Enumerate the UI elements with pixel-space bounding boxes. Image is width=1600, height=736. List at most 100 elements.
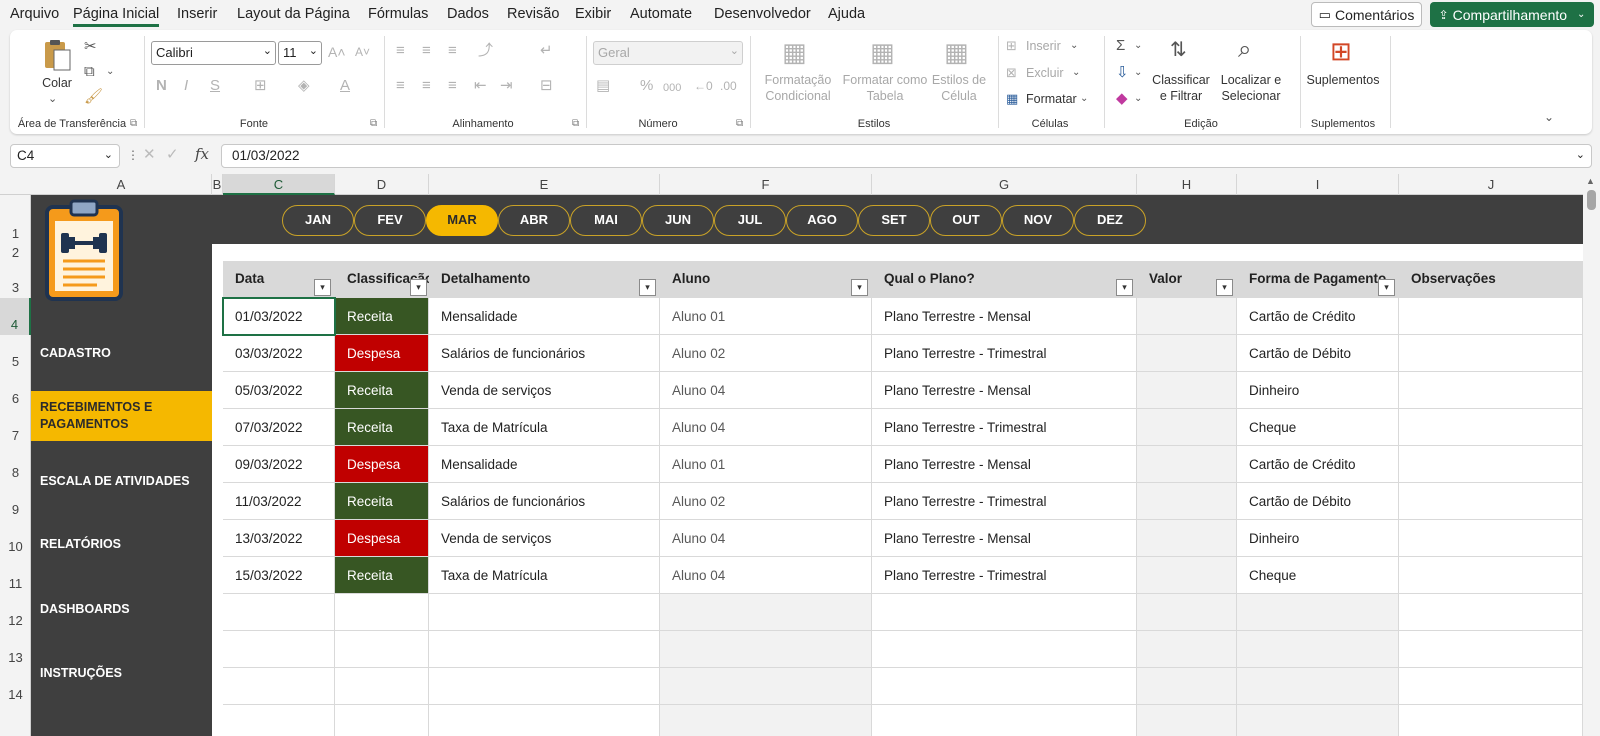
cell-valor[interactable] <box>1137 668 1237 705</box>
cell-styles-label-1[interactable]: Estilos de <box>928 72 990 88</box>
comments-button[interactable]: ▭ Comentários <box>1311 2 1422 27</box>
row-header-9[interactable]: 9 <box>0 483 31 520</box>
row-header-2[interactable]: 2 <box>0 244 31 261</box>
cell-detalhamento[interactable]: Venda de serviços <box>429 520 660 557</box>
paste-icon[interactable] <box>40 38 74 72</box>
chevron-down-icon[interactable]: ⌄ <box>1080 90 1088 108</box>
cell-data[interactable]: 11/03/2022 <box>223 483 335 520</box>
row-header-5[interactable]: 5 <box>0 335 31 372</box>
column-header-j[interactable]: J <box>1399 174 1583 195</box>
increase-decimal-icon[interactable]: ←0 <box>694 77 713 95</box>
cell-plano[interactable] <box>872 631 1137 668</box>
cell-aluno[interactable] <box>660 631 872 668</box>
sort-filter-label-1[interactable]: Classificar <box>1148 72 1214 88</box>
cell-classificacao[interactable] <box>335 631 429 668</box>
row-header-1[interactable]: 1 <box>0 195 31 244</box>
row-header-7[interactable]: 7 <box>0 409 31 446</box>
cell-valor[interactable] <box>1137 483 1237 520</box>
cell-observacoes[interactable] <box>1399 409 1583 446</box>
sort-filter-label-2[interactable]: e Filtrar <box>1148 88 1214 104</box>
chevron-down-icon[interactable]: ⌄ <box>1072 64 1080 82</box>
more-options-icon[interactable]: ⋮ <box>127 148 139 162</box>
font-size-combo[interactable]: 11 ⌄ <box>278 41 322 65</box>
align-left-icon[interactable]: ≡ <box>396 77 405 95</box>
column-header-h[interactable]: H <box>1137 174 1237 195</box>
align-middle-icon[interactable]: ≡ <box>422 42 431 60</box>
cell-data[interactable]: 07/03/2022 <box>223 409 335 446</box>
enter-icon[interactable]: ✓ <box>166 145 179 163</box>
cell-valor[interactable] <box>1137 594 1237 631</box>
column-header-f[interactable]: F <box>660 174 872 195</box>
cell-aluno[interactable] <box>660 705 872 736</box>
cell-aluno[interactable]: Aluno 02 <box>660 335 872 372</box>
menu-desenvolvedor[interactable]: Desenvolvedor <box>714 6 811 22</box>
addins-label[interactable]: Suplementos <box>1306 72 1380 88</box>
cell-data[interactable] <box>223 631 335 668</box>
share-button[interactable]: ⇪ Compartilhamento ⌄ <box>1430 2 1594 27</box>
align-top-icon[interactable]: ≡ <box>396 42 405 60</box>
find-select-label-2[interactable]: Selecionar <box>1214 88 1288 104</box>
bold-icon[interactable]: N <box>156 77 167 95</box>
increase-indent-icon[interactable]: ⇥ <box>500 77 513 95</box>
collapse-ribbon-icon[interactable]: ⌄ <box>1544 108 1554 126</box>
row-header-14[interactable]: 14 <box>0 668 31 705</box>
cell-detalhamento[interactable] <box>429 594 660 631</box>
chevron-down-icon[interactable]: ⌄ <box>106 63 114 81</box>
cell-forma-pagamento[interactable] <box>1237 705 1399 736</box>
insert-cells-label[interactable]: Inserir <box>1026 38 1061 54</box>
cell-plano[interactable] <box>872 705 1137 736</box>
format-cells-label[interactable]: Formatar <box>1026 91 1077 107</box>
column-header-d[interactable]: D <box>335 174 429 195</box>
orientation-icon[interactable]: ⤴ <box>478 42 493 60</box>
cell-forma-pagamento[interactable]: Cartão de Débito <box>1237 483 1399 520</box>
increase-font-icon[interactable]: A˄ <box>328 43 346 61</box>
cell-valor[interactable] <box>1137 557 1237 594</box>
cell-observacoes[interactable] <box>1399 335 1583 372</box>
cell-forma-pagamento[interactable]: Cheque <box>1237 409 1399 446</box>
delete-cells-icon[interactable]: ⊠ <box>1006 64 1017 82</box>
cut-icon[interactable]: ✂ <box>84 38 97 56</box>
cell-data[interactable]: 03/03/2022 <box>223 335 335 372</box>
chevron-down-icon[interactable]: ⌄ <box>1070 37 1078 55</box>
cell-classificacao[interactable]: Despesa <box>335 520 429 557</box>
thousands-separator-icon[interactable]: 000 <box>663 79 681 97</box>
cell-aluno[interactable] <box>660 668 872 705</box>
cell-detalhamento[interactable]: Salários de funcionários <box>429 483 660 520</box>
percent-icon[interactable]: % <box>640 77 653 95</box>
column-header-g[interactable]: G <box>872 174 1137 195</box>
row-header-10[interactable]: 10 <box>0 520 31 557</box>
cell-plano[interactable]: Plano Terrestre - Mensal <box>872 520 1137 557</box>
row-header-13[interactable]: 13 <box>0 631 31 668</box>
cell-valor[interactable] <box>1137 520 1237 557</box>
chevron-down-icon[interactable]: ⌄ <box>1134 37 1142 55</box>
autosum-icon[interactable]: Σ <box>1116 37 1125 55</box>
chevron-down-icon[interactable]: ⌄ <box>1577 9 1585 20</box>
cell-plano[interactable] <box>872 668 1137 705</box>
cell-forma-pagamento[interactable] <box>1237 594 1399 631</box>
row-header-8[interactable]: 8 <box>0 446 31 483</box>
cell-forma-pagamento[interactable]: Cartão de Débito <box>1237 335 1399 372</box>
merge-center-icon[interactable]: ⊟ <box>540 77 553 95</box>
cell-styles-label-2[interactable]: Célula <box>928 88 990 104</box>
cell-data[interactable] <box>223 705 335 736</box>
cell-valor[interactable] <box>1137 298 1237 335</box>
align-right-icon[interactable]: ≡ <box>448 77 457 95</box>
cell-detalhamento[interactable] <box>429 631 660 668</box>
cell-classificacao[interactable] <box>335 594 429 631</box>
column-header-e[interactable]: E <box>429 174 660 195</box>
cell-aluno[interactable]: Aluno 04 <box>660 557 872 594</box>
addins-icon[interactable]: ⊞ <box>1330 36 1352 66</box>
clear-icon[interactable]: ◆ <box>1116 90 1128 108</box>
chevron-down-icon[interactable]: ⌄ <box>1134 64 1142 82</box>
cell-observacoes[interactable] <box>1399 372 1583 409</box>
cell-data[interactable] <box>223 594 335 631</box>
formula-input[interactable]: 01/03/2022 ⌄ <box>221 144 1592 168</box>
conditional-formatting-label-2[interactable]: Condicional <box>758 88 838 104</box>
cell-observacoes[interactable] <box>1399 668 1583 705</box>
sort-filter-icon[interactable]: ⇅ <box>1170 38 1187 62</box>
cell-valor[interactable] <box>1137 409 1237 446</box>
cell-data[interactable]: 09/03/2022 <box>223 446 335 483</box>
menu-layout-pagina[interactable]: Layout da Página <box>237 6 350 22</box>
name-box[interactable]: C4 ⌄ <box>10 144 120 168</box>
format-as-table-label-1[interactable]: Formatar como <box>840 72 930 88</box>
